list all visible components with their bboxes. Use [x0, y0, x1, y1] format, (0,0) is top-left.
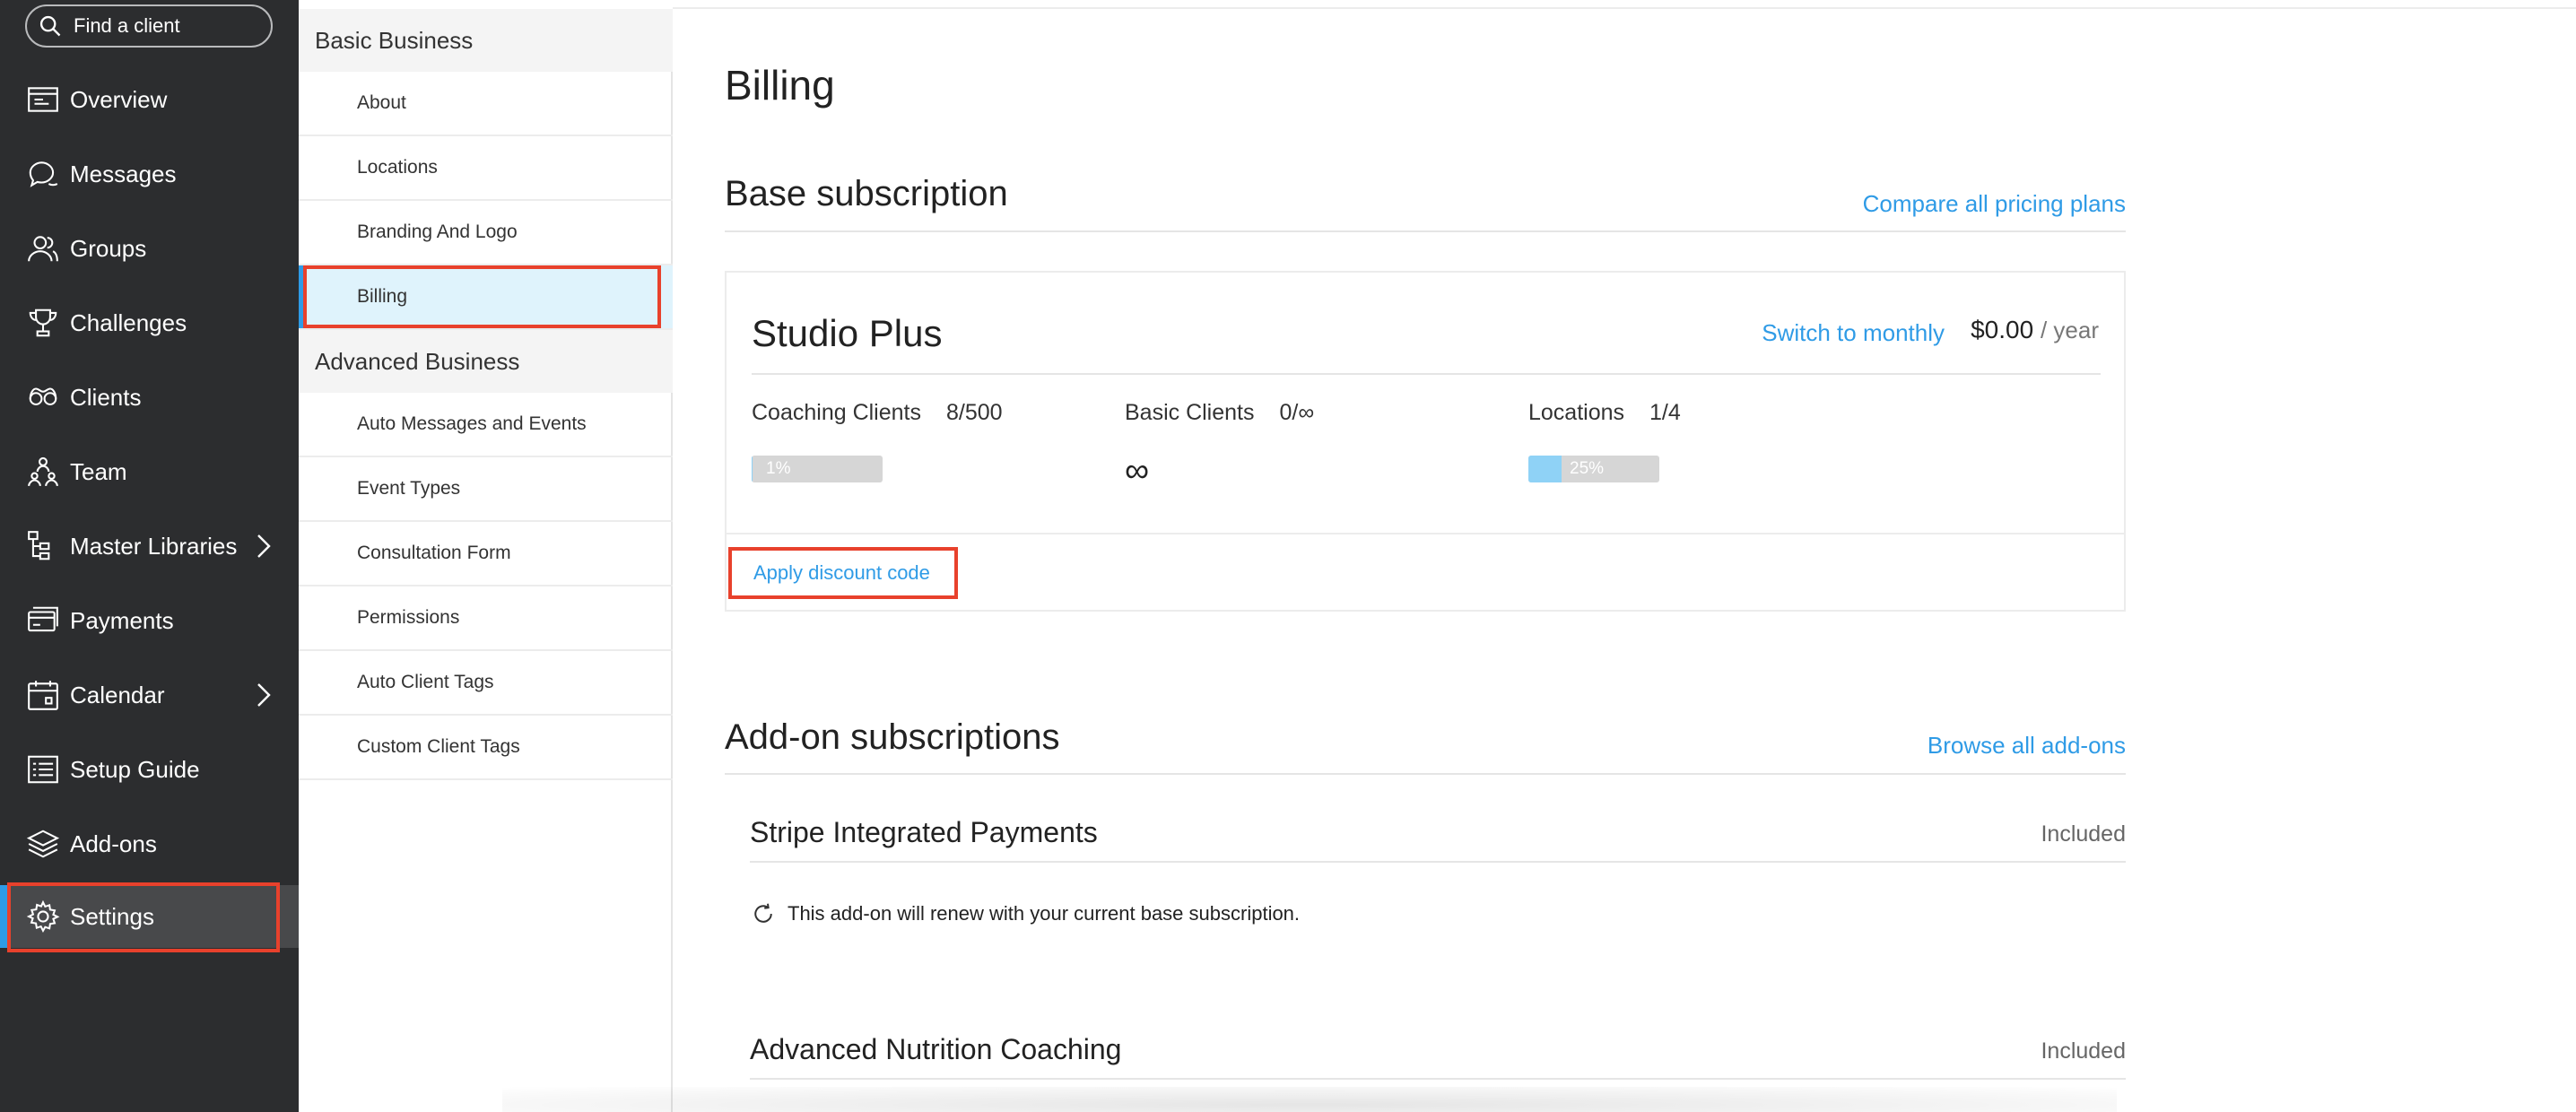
- sidebar-item-label: Master Libraries: [70, 532, 238, 560]
- renew-icon: [754, 903, 772, 923]
- infinity-symbol: ∞: [1125, 452, 1150, 490]
- trophy-icon: [25, 305, 61, 341]
- sidebar-item-add-ons[interactable]: Add-ons: [0, 812, 299, 875]
- sidebar-item-messages[interactable]: Messages: [0, 143, 299, 205]
- subnav-item-auto-client-tags[interactable]: Auto Client Tags: [299, 651, 673, 716]
- card-divider: [752, 373, 2101, 375]
- subnav-item-event-types[interactable]: Event Types: [299, 457, 673, 522]
- basic-clients-stat: Basic Clients 0/∞: [1125, 400, 1314, 426]
- subnav-item-locations[interactable]: Locations: [299, 136, 673, 201]
- coaching-clients-stat: Coaching Clients 8/500: [752, 400, 1003, 426]
- messages-icon: [25, 156, 61, 192]
- clients-icon: [25, 379, 61, 415]
- calendar-icon: [25, 677, 61, 713]
- subnav-item-custom-client-tags[interactable]: Custom Client Tags: [299, 716, 673, 780]
- search-icon: [39, 15, 61, 37]
- bottom-shadow: [502, 1087, 2117, 1112]
- coaching-clients-label: Coaching Clients: [752, 400, 921, 425]
- basic-clients-value: 0/∞: [1279, 400, 1315, 425]
- libraries-icon: [25, 528, 61, 564]
- addon-renew-text: This add-on will renew with your current…: [788, 902, 1301, 925]
- sidebar-item-label: Challenges: [70, 308, 187, 336]
- compare-pricing-plans-link[interactable]: Compare all pricing plans: [1863, 190, 2126, 218]
- sidebar-item-label: Payments: [70, 606, 174, 634]
- price-period: / year: [2040, 317, 2099, 343]
- coaching-clients-percent: 1%: [766, 459, 791, 478]
- section-divider: [725, 230, 2126, 232]
- sidebar-item-label: Clients: [70, 383, 142, 411]
- advanced-business-heading: Advanced Business: [299, 330, 673, 393]
- locations-progress-fill: [1528, 456, 1562, 482]
- addon-name: Advanced Nutrition Coaching: [750, 1033, 1122, 1065]
- addon-subscriptions-heading: Add-on subscriptions: [725, 717, 1060, 757]
- sidebar-item-master-libraries[interactable]: Master Libraries: [0, 515, 299, 578]
- basic-business-heading: Basic Business: [299, 9, 673, 72]
- sidebar-item-label: Team: [70, 457, 127, 485]
- base-subscription-heading: Base subscription: [725, 174, 1008, 213]
- sidebar-item-label: Add-ons: [70, 830, 157, 857]
- coaching-clients-progress-bar: 1%: [752, 456, 883, 482]
- subnav-item-permissions[interactable]: Permissions: [299, 586, 673, 651]
- locations-percent: 25%: [1570, 459, 1605, 478]
- sidebar-item-calendar[interactable]: Calendar: [0, 664, 299, 726]
- add-ons-icon: [25, 826, 61, 862]
- gear-icon: [25, 899, 61, 934]
- apply-discount-code-link[interactable]: Apply discount code: [753, 561, 930, 585]
- search-placeholder: Find a client: [74, 14, 180, 37]
- sidebar-item-label: Messages: [70, 160, 177, 187]
- addon-status: Included: [2041, 821, 2126, 847]
- addon-divider: [750, 1078, 2126, 1080]
- addon-name: Stripe Integrated Payments: [750, 816, 1098, 848]
- main-sidebar: Find a client Overview Messages Groups C…: [0, 0, 299, 1112]
- locations-stat: Locations 1/4: [1528, 400, 1681, 426]
- switch-to-monthly-link[interactable]: Switch to monthly: [1762, 319, 1945, 347]
- subnav-item-about[interactable]: About: [299, 72, 673, 136]
- basic-clients-label: Basic Clients: [1125, 400, 1255, 425]
- sidebar-item-setup-guide[interactable]: Setup Guide: [0, 738, 299, 801]
- section-divider: [725, 773, 2126, 775]
- coaching-clients-value: 8/500: [946, 400, 1003, 425]
- sidebar-item-label: Overview: [70, 85, 168, 113]
- payments-icon: [25, 603, 61, 639]
- price-amount: $0.00: [1971, 316, 2034, 343]
- groups-icon: [25, 230, 61, 266]
- sidebar-item-label: Settings: [70, 902, 154, 930]
- plan-name: Studio Plus: [752, 312, 943, 354]
- page-title: Billing: [725, 62, 835, 109]
- coaching-clients-progress-fill: [752, 456, 753, 482]
- addon-renew-note: This add-on will renew with your current…: [750, 900, 1300, 927]
- settings-subnav: Basic Business About Locations Branding …: [299, 9, 673, 1112]
- sidebar-item-challenges[interactable]: Challenges: [0, 291, 299, 354]
- subnav-item-auto-messages-and-events[interactable]: Auto Messages and Events: [299, 393, 673, 457]
- setup-guide-icon: [25, 751, 61, 787]
- chevron-right-icon: [257, 683, 271, 707]
- browse-all-add-ons-link[interactable]: Browse all add-ons: [1928, 732, 2126, 760]
- chevron-right-icon: [257, 534, 271, 558]
- sidebar-item-label: Setup Guide: [70, 755, 200, 783]
- sidebar-item-team[interactable]: Team: [0, 440, 299, 503]
- sidebar-item-label: Groups: [70, 234, 147, 262]
- top-divider: [673, 7, 2576, 9]
- locations-label: Locations: [1528, 400, 1625, 425]
- sidebar-item-clients[interactable]: Clients: [0, 366, 299, 429]
- sidebar-item-settings[interactable]: Settings: [0, 885, 299, 948]
- addon-status: Included: [2041, 1038, 2126, 1064]
- addon-divider: [750, 861, 2126, 863]
- subnav-item-branding-and-logo[interactable]: Branding And Logo: [299, 201, 673, 265]
- sidebar-item-payments[interactable]: Payments: [0, 589, 299, 652]
- locations-progress-bar: 25%: [1528, 456, 1659, 482]
- subscription-card: Studio Plus Switch to monthly $0.00 / ye…: [725, 271, 2126, 612]
- sidebar-item-overview[interactable]: Overview: [0, 68, 299, 131]
- subnav-item-consultation-form[interactable]: Consultation Form: [299, 522, 673, 586]
- overview-icon: [25, 82, 61, 117]
- card-footer-divider: [727, 533, 2124, 534]
- sidebar-item-label: Calendar: [70, 681, 165, 708]
- team-icon: [25, 454, 61, 490]
- plan-price: $0.00 / year: [1971, 316, 2099, 344]
- locations-value: 1/4: [1649, 400, 1681, 425]
- find-client-search[interactable]: Find a client: [25, 4, 273, 48]
- sidebar-item-groups[interactable]: Groups: [0, 217, 299, 280]
- subnav-item-billing[interactable]: Billing: [299, 265, 673, 330]
